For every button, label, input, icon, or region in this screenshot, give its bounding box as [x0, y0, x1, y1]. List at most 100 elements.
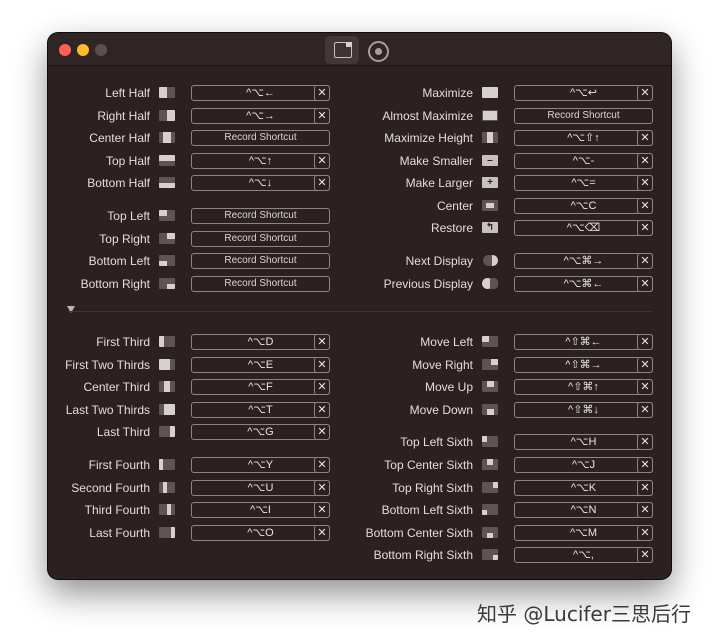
- third-fourth-clear-button[interactable]: ✕: [314, 502, 330, 518]
- bottom-right-sixth-shortcut-field[interactable]: ^⌥,: [514, 547, 653, 563]
- bottom-half-clear-button[interactable]: ✕: [314, 175, 330, 191]
- bottom-center-sixth-clear-button[interactable]: ✕: [637, 525, 653, 541]
- center-clear-button[interactable]: ✕: [637, 198, 653, 214]
- top-left-shortcut-field[interactable]: Record Shortcut: [191, 208, 330, 224]
- move-up-icon: [482, 381, 498, 392]
- bottom-left-sixth-clear-button[interactable]: ✕: [637, 502, 653, 518]
- last-fourth-shortcut-field[interactable]: ^⌥O: [191, 525, 330, 541]
- last-two-thirds-label: Last Two Thirds: [65, 403, 150, 417]
- move-right-clear-button[interactable]: ✕: [637, 357, 653, 373]
- top-left-sixth-shortcut-field[interactable]: ^⌥H: [514, 434, 653, 450]
- center-half-shortcut-field[interactable]: Record Shortcut: [191, 130, 330, 146]
- third-fourth-shortcut-field[interactable]: ^⌥I: [191, 502, 330, 518]
- top-half-shortcut-field[interactable]: ^⌥↑: [191, 153, 330, 169]
- last-two-thirds-shortcut-field[interactable]: ^⌥T: [191, 402, 330, 418]
- center-icon: [482, 200, 498, 211]
- almost-maximize-label: Almost Maximize: [382, 109, 473, 123]
- bottom-center-sixth-shortcut-field[interactable]: ^⌥M: [514, 525, 653, 541]
- move-down-icon: [482, 404, 498, 415]
- last-third-shortcut-field[interactable]: ^⌥G: [191, 424, 330, 440]
- rectangle-preferences-window: Left Half ^⌥← ✕ Right Half ^⌥→ ✕ Center Half Re…: [48, 33, 671, 579]
- bottom-right-shortcut-field[interactable]: Record Shortcut: [191, 276, 330, 292]
- top-left-icon: [159, 210, 175, 221]
- bottom-half-shortcut-field[interactable]: ^⌥↓: [191, 175, 330, 191]
- zoom-window-button[interactable]: [95, 44, 107, 56]
- maximize-label: Maximize: [422, 86, 473, 100]
- close-window-button[interactable]: [59, 44, 71, 56]
- top-left-sixth-clear-button[interactable]: ✕: [637, 434, 653, 450]
- keyboard-shortcuts-icon: [334, 42, 352, 58]
- make-larger-shortcut-field[interactable]: ^⌥=: [514, 175, 653, 191]
- first-two-thirds-clear-button[interactable]: ✕: [314, 357, 330, 373]
- bottom-left-sixth-icon: [482, 504, 498, 515]
- title-bar: [48, 33, 671, 66]
- next-display-icon: [482, 255, 498, 266]
- left-half-clear-button[interactable]: ✕: [314, 85, 330, 101]
- last-third-clear-button[interactable]: ✕: [314, 424, 330, 440]
- last-two-thirds-clear-button[interactable]: ✕: [314, 402, 330, 418]
- center-half-label: Center Half: [89, 131, 150, 145]
- bottom-left-shortcut-field[interactable]: Record Shortcut: [191, 253, 330, 269]
- top-right-shortcut-field[interactable]: Record Shortcut: [191, 231, 330, 247]
- first-third-shortcut-field[interactable]: ^⌥D: [191, 334, 330, 350]
- move-right-shortcut-field[interactable]: ^⇧⌘→: [514, 357, 653, 373]
- tab-settings[interactable]: [361, 36, 395, 64]
- last-fourth-clear-button[interactable]: ✕: [314, 525, 330, 541]
- center-third-clear-button[interactable]: ✕: [314, 379, 330, 395]
- center-shortcut-field[interactable]: ^⌥C: [514, 198, 653, 214]
- left-half-shortcut-field[interactable]: ^⌥←: [191, 85, 330, 101]
- move-down-clear-button[interactable]: ✕: [637, 402, 653, 418]
- maximize-height-clear-button[interactable]: ✕: [637, 130, 653, 146]
- move-left-clear-button[interactable]: ✕: [637, 334, 653, 350]
- top-right-sixth-clear-button[interactable]: ✕: [637, 480, 653, 496]
- second-fourth-clear-button[interactable]: ✕: [314, 480, 330, 496]
- top-center-sixth-shortcut-field[interactable]: ^⌥J: [514, 457, 653, 473]
- center-third-icon: [159, 381, 175, 392]
- minimize-window-button[interactable]: [77, 44, 89, 56]
- center-half-icon: [159, 132, 175, 143]
- right-half-clear-button[interactable]: ✕: [314, 108, 330, 124]
- almost-maximize-shortcut-field[interactable]: Record Shortcut: [514, 108, 653, 124]
- first-two-thirds-shortcut-field[interactable]: ^⌥E: [191, 357, 330, 373]
- bottom-half-label: Bottom Half: [87, 176, 150, 190]
- restore-shortcut-field[interactable]: ^⌥⌫: [514, 220, 653, 236]
- bottom-right-sixth-clear-button[interactable]: ✕: [637, 547, 653, 563]
- move-up-clear-button[interactable]: ✕: [637, 379, 653, 395]
- tab-keyboard-shortcuts[interactable]: [325, 36, 359, 64]
- previous-display-icon: [482, 278, 498, 289]
- second-fourth-icon: [159, 482, 175, 493]
- move-up-shortcut-field[interactable]: ^⇧⌘↑: [514, 379, 653, 395]
- maximize-height-shortcut-field[interactable]: ^⌥⇧↑: [514, 130, 653, 146]
- make-smaller-clear-button[interactable]: ✕: [637, 153, 653, 169]
- bottom-right-label: Bottom Right: [80, 277, 150, 291]
- move-down-shortcut-field[interactable]: ^⇧⌘↓: [514, 402, 653, 418]
- bottom-left-sixth-shortcut-field[interactable]: ^⌥N: [514, 502, 653, 518]
- watermark-text: 知乎 @Lucifer三思后行: [477, 602, 691, 626]
- restore-icon: ↰: [482, 222, 498, 233]
- restore-label: Restore: [430, 221, 473, 235]
- last-third-label: Last Third: [96, 425, 150, 439]
- right-half-shortcut-field[interactable]: ^⌥→: [191, 108, 330, 124]
- maximize-clear-button[interactable]: ✕: [637, 85, 653, 101]
- first-fourth-clear-button[interactable]: ✕: [314, 457, 330, 473]
- next-display-shortcut-field[interactable]: ^⌥⌘→: [514, 253, 653, 269]
- top-half-label: Top Half: [105, 154, 150, 168]
- restore-clear-button[interactable]: ✕: [637, 220, 653, 236]
- maximize-shortcut-field[interactable]: ^⌥↩: [514, 85, 653, 101]
- bottom-half-icon: [159, 177, 175, 188]
- maximize-height-label: Maximize Height: [384, 131, 473, 145]
- make-larger-clear-button[interactable]: ✕: [637, 175, 653, 191]
- previous-display-clear-button[interactable]: ✕: [637, 276, 653, 292]
- make-smaller-shortcut-field[interactable]: ^⌥-: [514, 153, 653, 169]
- move-left-shortcut-field[interactable]: ^⇧⌘←: [514, 334, 653, 350]
- first-fourth-shortcut-field[interactable]: ^⌥Y: [191, 457, 330, 473]
- next-display-clear-button[interactable]: ✕: [637, 253, 653, 269]
- left-half-label: Left Half: [105, 86, 150, 100]
- top-half-clear-button[interactable]: ✕: [314, 153, 330, 169]
- first-third-clear-button[interactable]: ✕: [314, 334, 330, 350]
- second-fourth-shortcut-field[interactable]: ^⌥U: [191, 480, 330, 496]
- center-third-shortcut-field[interactable]: ^⌥F: [191, 379, 330, 395]
- top-right-sixth-shortcut-field[interactable]: ^⌥K: [514, 480, 653, 496]
- top-center-sixth-clear-button[interactable]: ✕: [637, 457, 653, 473]
- previous-display-shortcut-field[interactable]: ^⌥⌘←: [514, 276, 653, 292]
